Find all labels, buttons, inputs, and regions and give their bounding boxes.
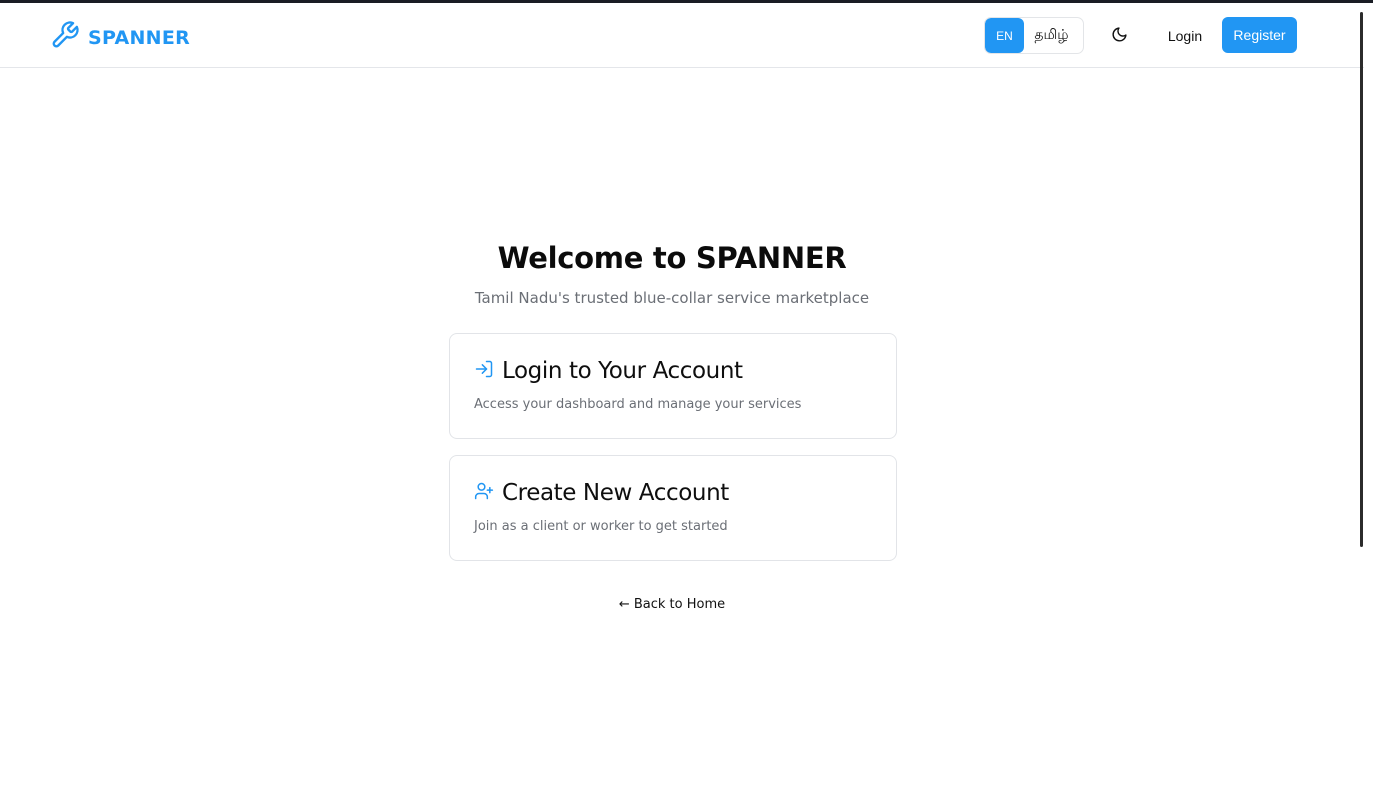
main-content: Welcome to SPANNER Tamil Nadu's trusted … — [0, 3, 1364, 793]
scrollbar-thumb[interactable] — [1360, 12, 1363, 547]
create-card-title: Create New Account — [502, 480, 729, 506]
register-button[interactable]: Register — [1222, 17, 1297, 53]
top-navbar: SPANNER EN தமிழ் Login Register — [0, 3, 1364, 68]
back-to-home-container: ← Back to Home — [0, 597, 1344, 612]
login-card[interactable]: Login to Your Account Access your dashbo… — [449, 333, 897, 439]
language-switcher: EN தமிழ் — [984, 17, 1084, 54]
login-card-header: Login to Your Account — [474, 358, 743, 384]
page-subtitle: Tamil Nadu's trusted blue-collar service… — [474, 289, 870, 307]
theme-toggle-button[interactable] — [1103, 20, 1135, 52]
wrench-icon — [50, 20, 80, 55]
app-window: Welcome to SPANNER Tamil Nadu's trusted … — [0, 3, 1364, 793]
login-button[interactable]: Login — [1160, 19, 1210, 53]
user-plus-icon — [474, 481, 494, 506]
create-card-header: Create New Account — [474, 480, 729, 506]
scrollbar-track[interactable] — [1364, 3, 1373, 793]
brand-logo[interactable]: SPANNER — [50, 20, 190, 55]
create-account-card[interactable]: Create New Account Join as a client or w… — [449, 455, 897, 561]
login-card-description: Access your dashboard and manage your se… — [474, 397, 802, 412]
login-card-title: Login to Your Account — [502, 358, 743, 384]
page-title: Welcome to SPANNER — [497, 241, 847, 275]
back-to-home-link[interactable]: ← Back to Home — [619, 597, 725, 612]
moon-icon — [1111, 26, 1128, 46]
language-en-button[interactable]: EN — [985, 18, 1024, 53]
language-tamil-button[interactable]: தமிழ் — [1024, 18, 1083, 53]
brand-name: SPANNER — [88, 26, 191, 49]
create-card-description: Join as a client or worker to get starte… — [474, 519, 728, 534]
log-in-icon — [474, 359, 494, 384]
